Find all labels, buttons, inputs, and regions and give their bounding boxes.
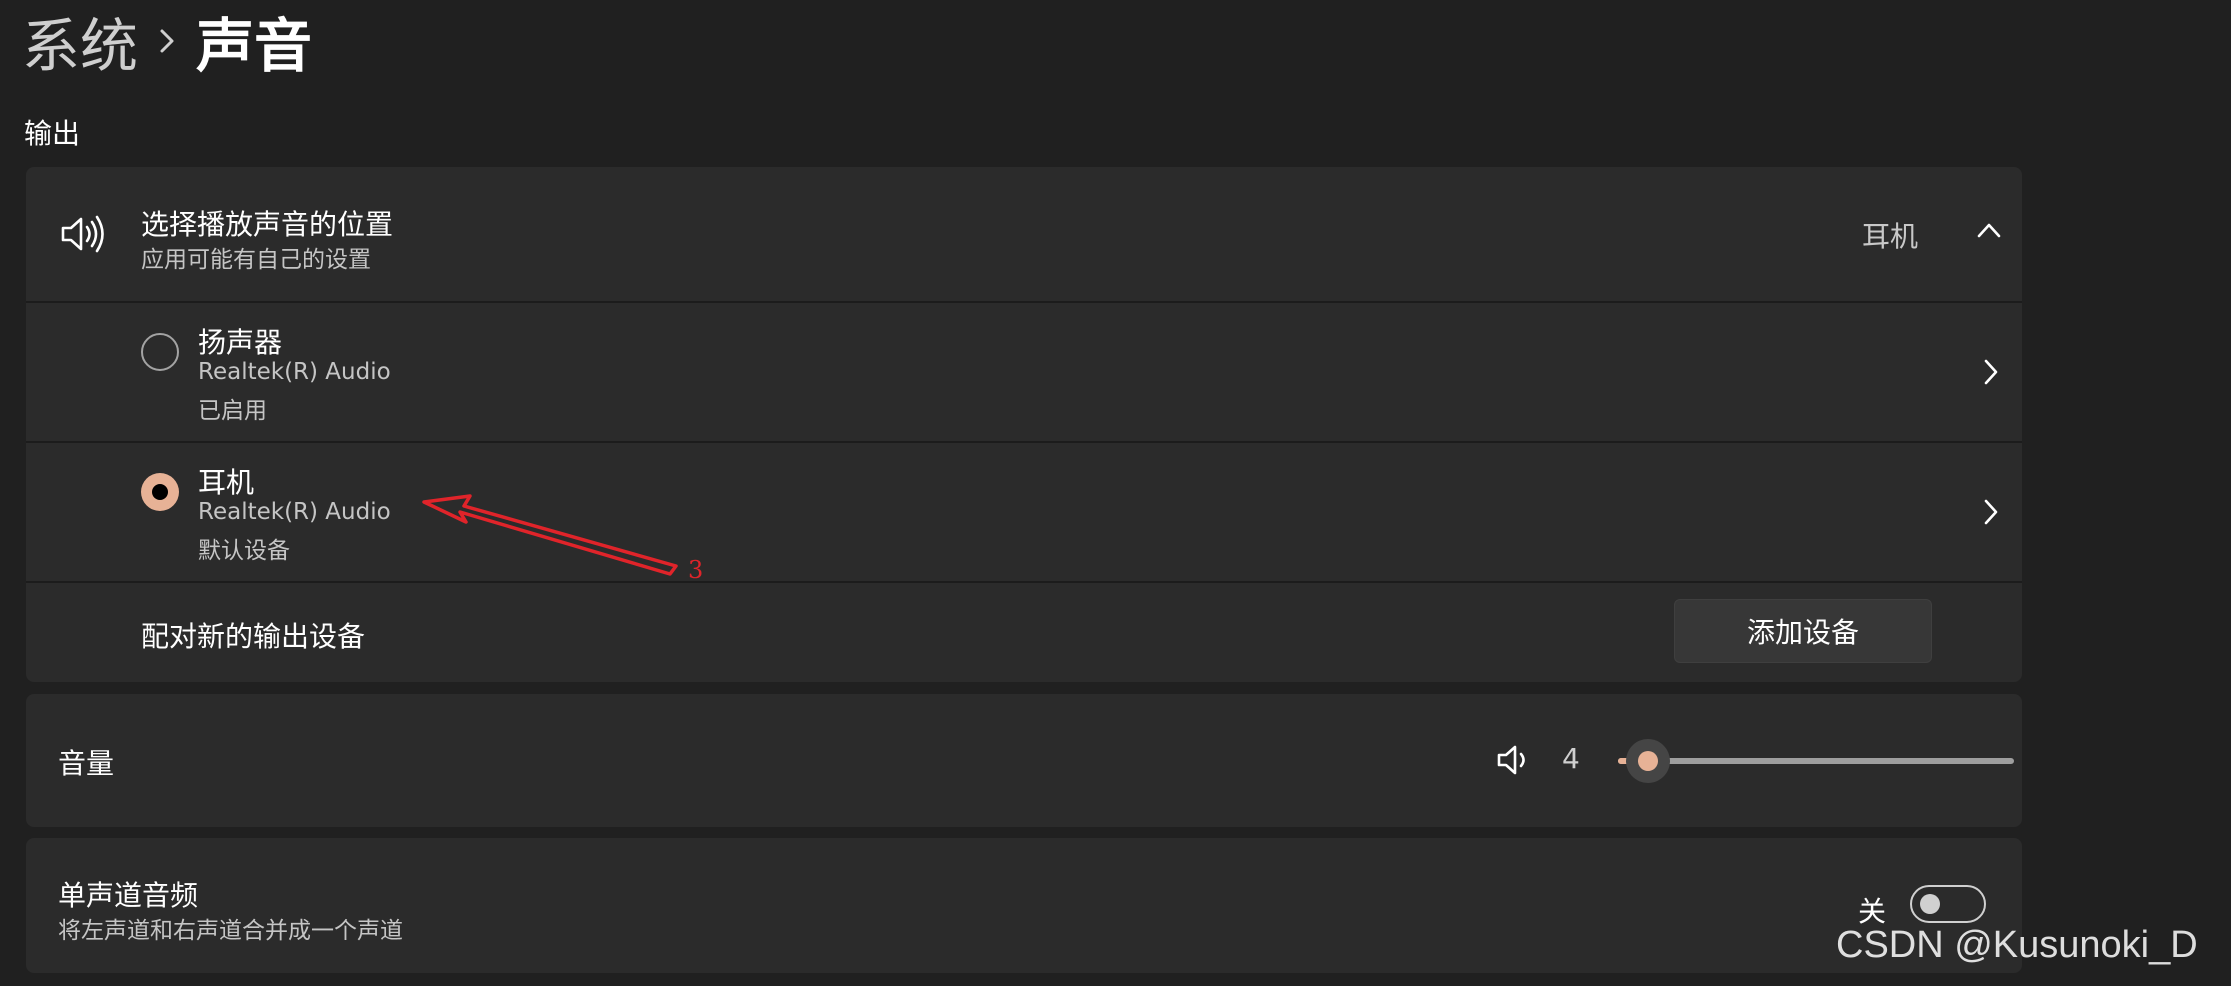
mono-audio-title: 单声道音频 [58, 879, 199, 912]
chevron-up-icon[interactable] [1976, 221, 2002, 243]
pair-device-row: 配对新的输出设备 添加设备 [26, 583, 2022, 682]
device-radio-headphones[interactable] [141, 473, 179, 511]
volume-label: 音量 [58, 747, 115, 780]
device-name: 扬声器 [198, 326, 283, 359]
device-status: 默认设备 [198, 538, 290, 564]
add-device-button[interactable]: 添加设备 [1674, 599, 1932, 663]
device-row-speaker[interactable]: 扬声器 Realtek(R) Audio 已启用 [26, 303, 2022, 441]
device-driver: Realtek(R) Audio [198, 499, 391, 525]
toggle-knob [1920, 894, 1940, 914]
chevron-right-icon[interactable] [1982, 498, 2000, 530]
device-status: 已启用 [198, 398, 267, 424]
mono-audio-card: 单声道音频 将左声道和右声道合并成一个声道 关 [26, 838, 2022, 973]
breadcrumb: 系统 声音 [22, 0, 312, 82]
device-row-headphones[interactable]: 耳机 Realtek(R) Audio 默认设备 [26, 443, 2022, 581]
volume-card: 音量 4 [26, 694, 2022, 827]
chevron-right-icon[interactable] [1982, 358, 2000, 390]
mono-audio-toggle[interactable] [1910, 885, 1986, 923]
choose-output-row[interactable]: 选择播放声音的位置 应用可能有自己的设置 耳机 [26, 167, 2022, 301]
volume-slider[interactable] [1592, 734, 2016, 788]
speaker-icon [60, 215, 104, 257]
section-title-output: 输出 [24, 117, 81, 150]
page-title: 声音 [196, 12, 313, 80]
output-card: 选择播放声音的位置 应用可能有自己的设置 耳机 扬声器 Realtek(R) A… [26, 167, 2022, 682]
device-radio-speaker[interactable] [141, 333, 179, 371]
device-name: 耳机 [198, 466, 255, 499]
mono-audio-subtitle: 将左声道和右声道合并成一个声道 [58, 918, 403, 944]
volume-slider-thumb[interactable] [1626, 739, 1670, 783]
chevron-right-icon [138, 28, 196, 54]
volume-value: 4 [1562, 742, 1580, 775]
volume-slider-track [1618, 758, 2014, 764]
selected-device-value: 耳机 [1861, 220, 1918, 253]
volume-mute-icon[interactable] [1496, 744, 1530, 780]
choose-output-title: 选择播放声音的位置 [141, 208, 394, 241]
breadcrumb-parent-system[interactable]: 系统 [22, 0, 138, 83]
choose-output-subtitle: 应用可能有自己的设置 [141, 247, 371, 273]
device-driver: Realtek(R) Audio [198, 359, 391, 385]
pair-device-label: 配对新的输出设备 [141, 620, 366, 653]
watermark: CSDN @Kusunoki_D [1836, 924, 2198, 966]
annotation-number: 3 [688, 556, 704, 584]
